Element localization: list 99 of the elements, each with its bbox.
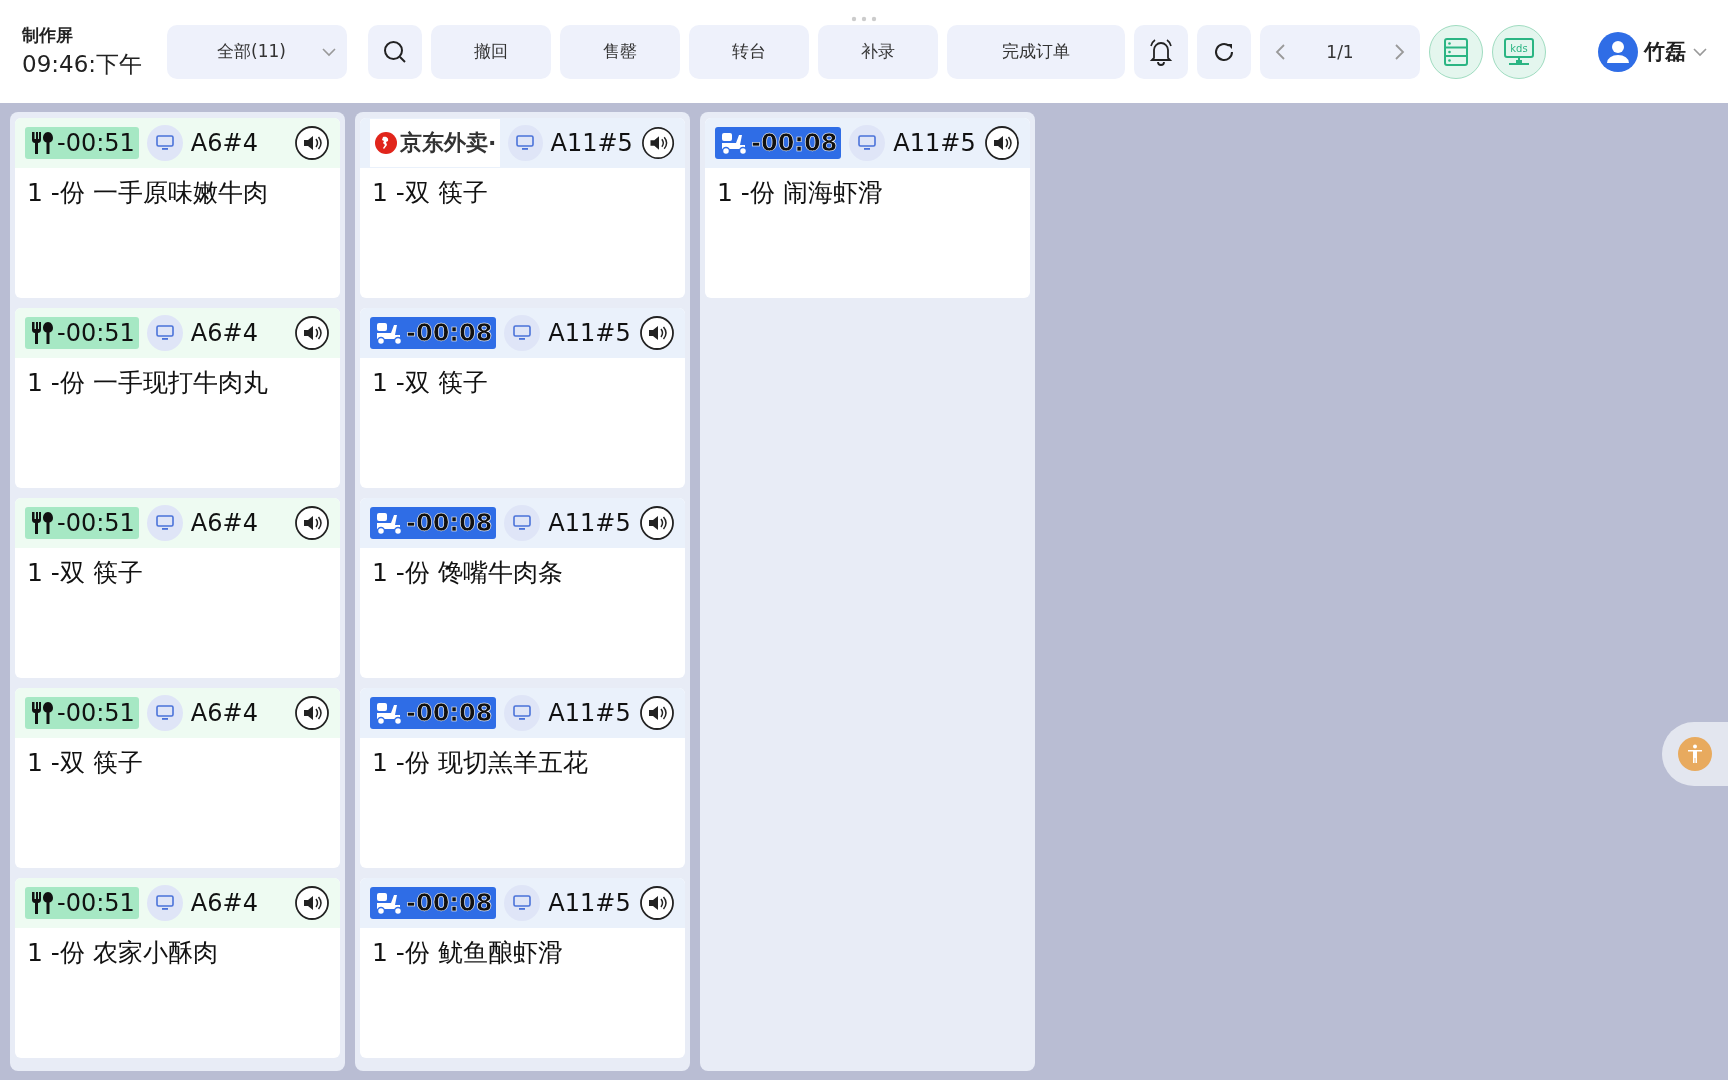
monitor-icon <box>146 505 183 541</box>
timer-text: -00:51 <box>57 319 135 347</box>
table-number: A6#4 <box>190 699 259 727</box>
table-number: A11#5 <box>893 129 976 157</box>
table-number: A11#5 <box>550 129 633 157</box>
order-item: 1 -份 馋嘴牛肉条 <box>371 557 564 589</box>
action-button[interactable]: 转台 <box>689 24 809 79</box>
search-button[interactable] <box>368 24 422 79</box>
fork-spoon-icon <box>29 320 55 346</box>
order-item: 1 -双 筷子 <box>26 747 144 779</box>
monitor-icon <box>146 315 183 351</box>
chevron-down-icon <box>321 46 337 57</box>
order-item: 1 -份 闹海虾滑 <box>716 177 884 209</box>
speaker-icon[interactable] <box>640 125 675 161</box>
timer-text: -00:08 <box>751 129 838 157</box>
monitor-icon <box>146 885 183 921</box>
speaker-icon[interactable] <box>294 315 330 351</box>
fork-spoon-icon <box>29 510 55 536</box>
monitor-icon <box>508 125 543 161</box>
speaker-icon[interactable] <box>984 125 1020 161</box>
order-card[interactable]: -00:08 A11#5 1 -双 筷子 <box>360 308 685 488</box>
order-card[interactable]: 京东外卖· A11#5 1 -双 筷子 <box>360 118 685 298</box>
user-avatar-icon[interactable] <box>1598 31 1638 72</box>
monitor-icon <box>504 695 541 731</box>
clock-time: 09:46:下午 <box>22 49 144 79</box>
action-button[interactable]: 补录 <box>818 24 938 79</box>
table-number: A11#5 <box>548 509 631 537</box>
timer-text: -00:08 <box>406 699 493 727</box>
timer-text: -00:51 <box>57 129 135 157</box>
table-number: A6#4 <box>190 889 259 917</box>
monitor-icon <box>146 695 183 731</box>
order-item: 1 -份 现切羔羊五花 <box>371 747 589 779</box>
timer-text: -00:08 <box>406 889 493 917</box>
table-number: A11#5 <box>548 889 631 917</box>
monitor-icon <box>504 885 541 921</box>
monitor-icon <box>504 505 541 541</box>
table-number: A6#4 <box>190 129 259 157</box>
order-item: 1 -份 鱿鱼酿虾滑 <box>371 937 564 969</box>
order-item: 1 -双 筷子 <box>26 557 144 589</box>
order-card[interactable]: -00:08 A11#5 1 -份 馋嘴牛肉条 <box>360 498 685 678</box>
timer-text: -00:51 <box>57 509 135 537</box>
monitor-icon <box>146 125 183 161</box>
drag-handle-icon[interactable] <box>851 16 877 22</box>
bell-button[interactable] <box>1134 24 1188 79</box>
brand-logo-icon <box>374 131 398 155</box>
page-indicator: 1/1 <box>1326 41 1354 62</box>
order-item: 1 -双 筷子 <box>371 367 489 399</box>
monitor-icon <box>849 125 886 161</box>
scooter-icon <box>374 700 404 726</box>
timer-text: -00:08 <box>406 509 493 537</box>
screen-title: 制作屏 <box>22 23 74 47</box>
server-list-button[interactable] <box>1429 24 1483 79</box>
action-button[interactable]: 完成订单 <box>947 24 1125 79</box>
fork-spoon-icon <box>29 700 55 726</box>
order-card[interactable]: -00:51 A6#4 1 -双 筷子 <box>15 688 340 868</box>
table-number: A11#5 <box>548 319 631 347</box>
fork-spoon-icon <box>29 130 55 156</box>
filter-dropdown[interactable]: 全部(11) <box>167 24 347 79</box>
order-item: 1 -份 一手现打牛肉丸 <box>26 367 269 399</box>
refresh-button[interactable] <box>1197 24 1251 79</box>
action-button[interactable]: 撤回 <box>431 24 551 79</box>
order-card[interactable]: -00:08 A11#5 1 -份 鱿鱼酿虾滑 <box>360 878 685 1058</box>
speaker-icon[interactable] <box>294 125 330 161</box>
scooter-icon <box>719 130 749 156</box>
speaker-icon[interactable] <box>639 695 675 731</box>
timer-text: -00:51 <box>57 889 135 917</box>
user-name[interactable]: 竹磊 <box>1644 37 1686 66</box>
speaker-icon[interactable] <box>639 885 675 921</box>
accessibility-icon <box>1677 736 1713 772</box>
monitor-icon <box>504 315 541 351</box>
bell-icon <box>1148 37 1174 66</box>
server-icon <box>1443 36 1469 67</box>
search-icon <box>382 38 408 65</box>
action-button[interactable]: 售罄 <box>560 24 680 79</box>
order-card[interactable]: -00:51 A6#4 1 -份 一手原味嫩牛肉 <box>15 118 340 298</box>
order-item: 1 -双 筷子 <box>371 177 489 209</box>
table-number: A11#5 <box>548 699 631 727</box>
scooter-icon <box>374 510 404 536</box>
scooter-icon <box>374 890 404 916</box>
table-number: A6#4 <box>190 319 259 347</box>
order-card[interactable]: -00:51 A6#4 1 -双 筷子 <box>15 498 340 678</box>
timer-text: -00:51 <box>57 699 135 727</box>
order-card[interactable]: -00:08 A11#5 1 -份 现切羔羊五花 <box>360 688 685 868</box>
speaker-icon[interactable] <box>639 505 675 541</box>
order-item: 1 -份 农家小酥肉 <box>26 937 219 969</box>
user-menu-chevron-icon <box>1692 46 1708 57</box>
scooter-icon <box>374 320 404 346</box>
order-card[interactable]: -00:51 A6#4 1 -份 农家小酥肉 <box>15 878 340 1058</box>
order-item: 1 -份 一手原味嫩牛肉 <box>26 177 269 209</box>
timer-text: -00:08 <box>406 319 493 347</box>
order-card[interactable]: -00:51 A6#4 1 -份 一手现打牛肉丸 <box>15 308 340 488</box>
platform-name: 京东外卖· <box>400 129 497 157</box>
speaker-icon[interactable] <box>294 695 330 731</box>
fork-spoon-icon <box>29 890 55 916</box>
table-number: A6#4 <box>190 509 259 537</box>
speaker-icon[interactable] <box>294 885 330 921</box>
speaker-icon[interactable] <box>639 315 675 351</box>
speaker-icon[interactable] <box>294 505 330 541</box>
order-card[interactable]: -00:08 A11#5 1 -份 闹海虾滑 <box>705 118 1030 298</box>
